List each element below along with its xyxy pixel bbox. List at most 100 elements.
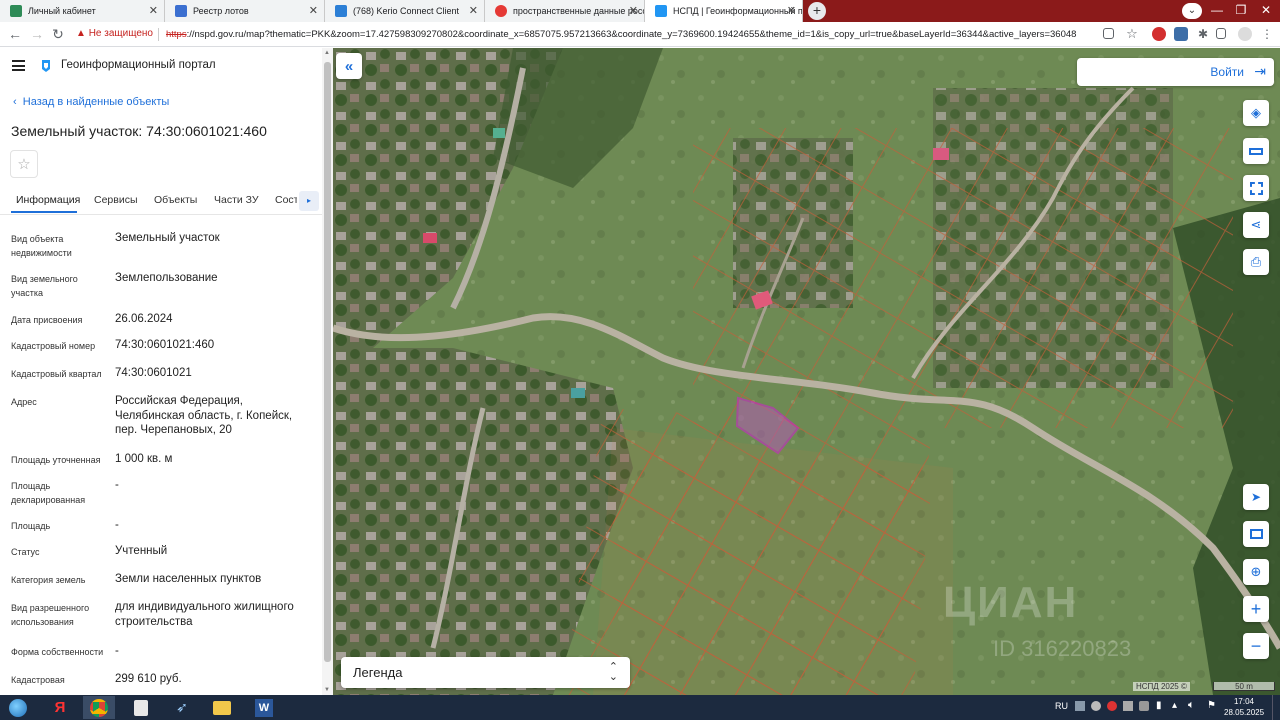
maximize-button[interactable]: ❐ [1229,0,1253,22]
legend-label: Легенда [353,665,403,680]
clock-date: 28.05.2025 [1224,708,1265,717]
show-desktop-button[interactable] [1272,695,1280,720]
yandex-taskbar-button[interactable]: Я [44,696,76,719]
tab-parts[interactable]: Части ЗУ [214,194,259,206]
chrome-taskbar-button[interactable] [83,696,115,719]
field-value: - [115,479,119,491]
close-window-button[interactable]: ✕ [1254,0,1278,22]
scroll-down-icon[interactable]: ▼ [324,687,330,693]
share-icon[interactable] [1103,28,1114,39]
tab-favicon-icon [10,5,22,17]
windows-taskbar: Я ➶ W RU ▮ ▴ 🔈︎ ⚑ 17:04 28.05.2025 [0,695,1280,720]
field-value: - [115,645,119,657]
plus-icon: + [1250,598,1262,619]
word-taskbar-button[interactable]: W [248,696,280,719]
browser-tab[interactable]: Реестр лотов ✕ [165,0,325,22]
share-button[interactable]: ⋖ [1243,212,1269,238]
not-secure-label: Не защищено [88,28,153,39]
tray-icon[interactable] [1139,701,1149,711]
zoom-in-button[interactable]: + [1243,596,1269,622]
warning-icon: ▲ [76,28,86,39]
tab-information[interactable]: Информация [16,194,80,206]
url-text[interactable]: https://nspd.gov.ru/map?thematic=PKK&zoo… [166,29,1076,40]
address-bar-row: ← → ↻ ▲ Не защищено https://nspd.gov.ru/… [0,22,1280,47]
tabs-scroll-right-button[interactable]: ▸ [299,191,319,211]
java-taskbar-button[interactable] [125,696,157,719]
panel-scrollbar[interactable]: ▲ ▼ [322,48,333,695]
login-label: Войти [1210,65,1244,79]
print-button[interactable]: ⎙ [1243,249,1269,275]
yandex-extension-icon[interactable] [1152,27,1166,41]
bookmark-star-icon[interactable]: ☆ [1125,27,1139,41]
back-arrow-icon[interactable]: ← [6,25,24,43]
close-icon[interactable]: ✕ [787,4,796,17]
extension-icon[interactable] [1174,27,1188,41]
close-icon[interactable]: ✕ [309,4,318,17]
map-scale: 50 m [1213,682,1275,691]
field-label: Площадь декларированная [11,481,86,505]
legend-dropdown[interactable]: Легенда ⌃ ⌄ [341,657,630,688]
tab-objects[interactable]: Объекты [154,194,197,206]
minimize-button[interactable]: — [1205,0,1229,22]
signal-icon[interactable]: ▴ [1172,700,1177,711]
start-button[interactable] [0,696,36,719]
scrollbar-thumb[interactable] [324,62,331,662]
forward-arrow-icon[interactable]: → [28,25,46,43]
new-tab-button[interactable]: + [808,2,826,20]
browser-tab[interactable]: (768) Kerio Connect Client ✕ [325,0,485,22]
object-info-panel: Геоинформационный портал ‹ Назад в найде… [0,48,333,695]
reload-icon[interactable]: ↻ [49,25,67,43]
select-area-button[interactable] [1243,175,1269,201]
updown-chevron-icon: ⌃ ⌄ [608,661,618,683]
tab-title: Реестр лотов [193,6,249,16]
tray-icon[interactable] [1123,701,1133,711]
field-value: Земли населенных пунктов [115,573,262,585]
favorite-star-button[interactable]: ☆ [10,150,38,178]
login-button[interactable]: Войти ⇥ [1077,58,1274,86]
menu-kebab-icon[interactable]: ⋮ [1260,27,1274,41]
map-view[interactable]: ЦИАН ID 316220823 « Войти ⇥ ◈ ⋖ ⎙ ➤ ⊕ + … [333,48,1280,695]
app-taskbar-button[interactable]: ➶ [166,696,198,719]
scroll-up-icon[interactable]: ▲ [324,50,330,56]
collapse-panel-button[interactable]: « [336,53,362,79]
clock[interactable]: 17:04 28.05.2025 [1224,696,1264,718]
clock-time: 17:04 [1233,697,1255,706]
tray-icon[interactable] [1107,701,1117,711]
layers-button[interactable]: ◈ [1243,100,1269,126]
share-nodes-icon: ⋖ [1250,217,1262,232]
tray-icon[interactable] [1091,701,1101,711]
tab-search-button[interactable]: ⌄ [1182,3,1202,19]
chevron-left-icon: ‹ [13,96,17,108]
crosshair-icon: ⊕ [1250,564,1262,579]
locate-button[interactable]: ➤ [1243,484,1269,510]
tab-services[interactable]: Сервисы [94,194,138,206]
not-secure-indicator[interactable]: ▲ Не защищено [76,28,153,39]
close-icon[interactable]: ✕ [469,4,478,17]
url-rest: ://nspd.gov.ru/map?thematic=PKK&zoom=17.… [186,29,1077,40]
close-icon[interactable]: ✕ [149,4,158,17]
back-to-results-link[interactable]: ‹ Назад в найденные объекты [13,96,169,108]
browser-tab[interactable]: Личный кабинет ✕ [0,0,165,22]
explorer-taskbar-button[interactable] [206,696,238,719]
field-label: Форма собственности [11,647,104,657]
hamburger-menu-icon[interactable] [12,60,25,71]
ruler-button[interactable] [1243,138,1269,164]
profile-avatar[interactable] [1238,27,1252,41]
minimap-button[interactable] [1243,521,1269,547]
puzzle-icon[interactable]: ✱ [1196,27,1210,41]
side-panel-icon[interactable] [1216,28,1226,39]
tray-icon[interactable] [1075,701,1085,711]
tab-composition[interactable]: Состав [275,194,297,206]
tab-title: пространственные данные росс [513,6,645,16]
gps-button[interactable]: ⊕ [1243,559,1269,585]
flag-icon[interactable]: ⚑ [1207,700,1216,711]
satellite-map[interactable] [333,48,1280,695]
omnibox[interactable]: ▲ Не защищено https://nspd.gov.ru/map?th… [72,24,1102,45]
browser-tab[interactable]: пространственные данные росс ✕ [485,0,645,22]
volume-icon[interactable]: 🔈︎ [1188,699,1195,712]
zoom-out-button[interactable]: − [1243,633,1269,659]
language-indicator[interactable]: RU [1055,701,1068,711]
browser-tab-active[interactable]: НСПД | Геоинформационный п ✕ [645,0,803,22]
close-icon[interactable]: ✕ [629,4,638,17]
network-icon[interactable]: ▮ [1156,700,1162,711]
